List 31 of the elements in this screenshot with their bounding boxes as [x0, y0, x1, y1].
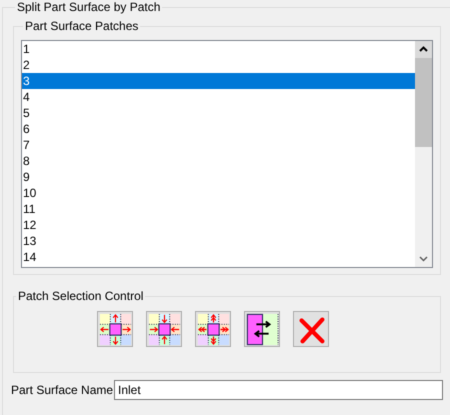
list-item[interactable]: 8	[22, 153, 415, 169]
list-item[interactable]: 10	[22, 185, 415, 201]
arrows-out-icon	[98, 312, 132, 346]
group-title: Patch Selection Control	[17, 289, 144, 303]
list-item[interactable]: 9	[22, 169, 415, 185]
arrows-in-icon	[148, 312, 180, 346]
name-field[interactable]: Inlet	[114, 380, 443, 400]
list-item[interactable]: 14	[22, 249, 415, 265]
list-item[interactable]: 3	[22, 73, 415, 89]
scroll-up-icon[interactable]	[415, 41, 432, 58]
list-item[interactable]: 2	[22, 57, 415, 73]
group-title: Split Part Surface by Patch	[16, 0, 162, 14]
list-item[interactable]: 12	[22, 217, 415, 233]
list-item[interactable]: 1	[22, 41, 415, 57]
tool-button[interactable]	[97, 311, 133, 347]
scroll-thumb[interactable]	[415, 58, 432, 147]
list-item[interactable]: 7	[22, 137, 415, 153]
list-item[interactable]: 13	[22, 233, 415, 249]
tool-button[interactable]	[146, 311, 182, 347]
list-item[interactable]: 5	[22, 105, 415, 121]
group-title: Part Surface Patches	[24, 19, 140, 33]
list-item[interactable]: 4	[22, 89, 415, 105]
field-label: Part Surface Name	[11, 383, 114, 397]
tool-button[interactable]	[195, 311, 231, 347]
double-arrows-out-icon	[196, 312, 230, 346]
scrollbar[interactable]	[415, 41, 432, 267]
swap-arrows-icon	[246, 312, 278, 346]
patch-list[interactable]: 1 2 3 4 5 6 7 8 9 10 11 12 13 14	[21, 40, 433, 268]
tool-button[interactable]	[244, 311, 280, 347]
list-item[interactable]: 11	[22, 201, 415, 217]
list-item[interactable]: 6	[22, 121, 415, 137]
